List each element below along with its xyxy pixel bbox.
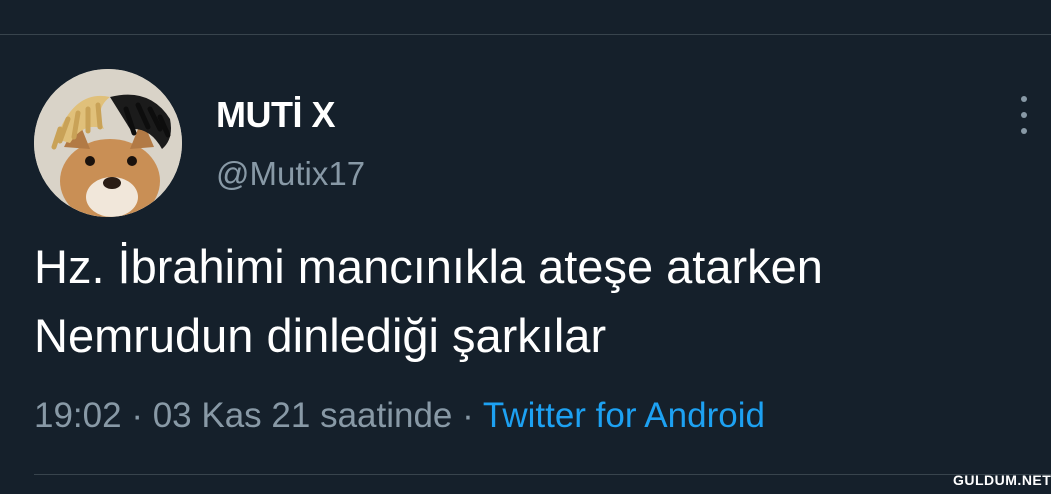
tweet-text: Hz. İbrahimi mancınıkla ateşe atarken Ne… bbox=[34, 232, 1044, 370]
bottom-divider bbox=[34, 474, 1051, 475]
watermark: GULDUM.NET bbox=[953, 472, 1051, 488]
author-name[interactable]: MUTİ X bbox=[216, 94, 336, 136]
tweet-meta: 19:02 · 03 Kas 21 saatinde · Twitter for… bbox=[34, 396, 765, 436]
tweet-date[interactable]: 03 Kas 21 saatinde bbox=[153, 396, 453, 435]
author-handle[interactable]: @Mutix17 bbox=[216, 155, 365, 193]
meta-separator: · bbox=[131, 396, 143, 435]
avatar[interactable] bbox=[34, 69, 182, 217]
tweet-source-link[interactable]: Twitter for Android bbox=[483, 396, 765, 435]
more-dot bbox=[1021, 96, 1027, 102]
tweet-time[interactable]: 19:02 bbox=[34, 396, 122, 435]
top-divider bbox=[0, 34, 1051, 35]
more-vertical-icon[interactable] bbox=[1013, 96, 1035, 134]
meta-separator: · bbox=[462, 396, 474, 435]
more-dot bbox=[1021, 112, 1027, 118]
tweet-text-line-1: Hz. İbrahimi mancınıkla ateşe atarken bbox=[34, 240, 823, 293]
tweet-text-line-2: Nemrudun dinlediği şarkılar bbox=[34, 309, 607, 362]
more-dot bbox=[1021, 128, 1027, 134]
